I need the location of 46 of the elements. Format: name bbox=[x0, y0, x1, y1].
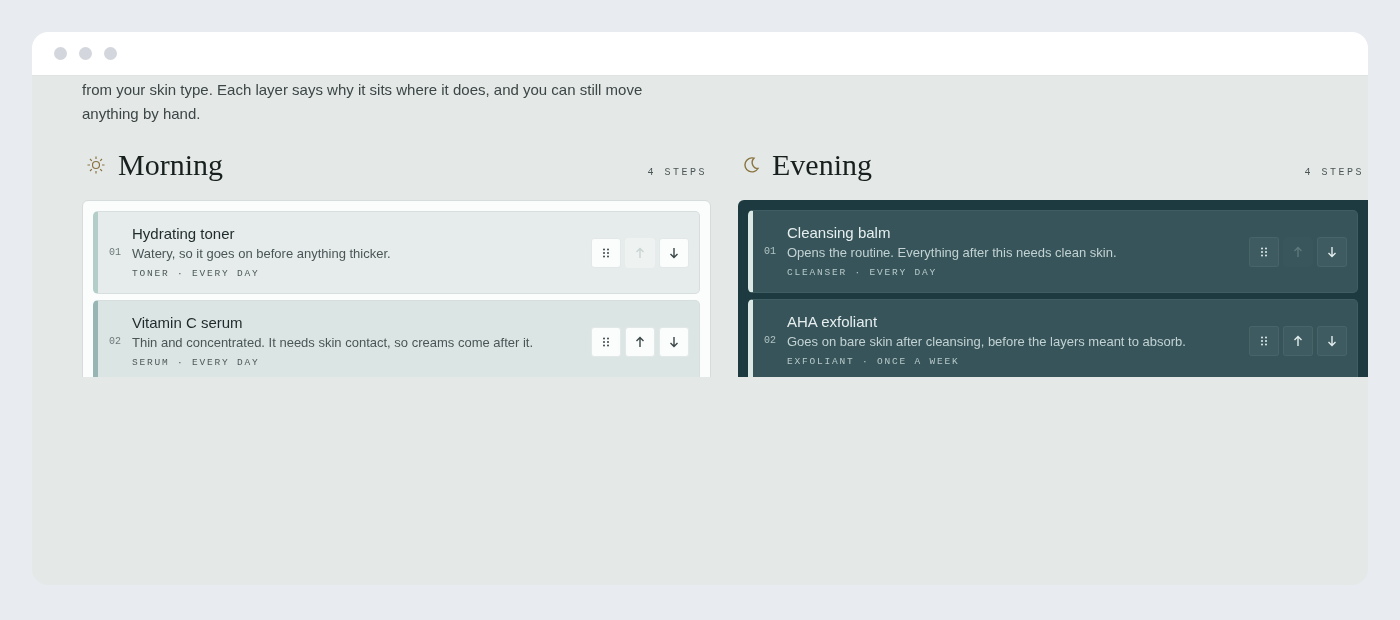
step-number: 02 bbox=[108, 335, 122, 349]
step-tags: TONER · EVERY DAY bbox=[132, 266, 591, 282]
routine-title: Evening bbox=[772, 147, 872, 183]
drag-handle[interactable] bbox=[591, 237, 621, 268]
intro-text: from your skin type. Each layer says why it sits where it does, and you can still move anything by hand. bbox=[82, 80, 644, 124]
arrow-up-icon bbox=[1293, 334, 1303, 347]
routine-title: Morning bbox=[118, 147, 223, 183]
window-dot-icon bbox=[104, 47, 117, 60]
step-name: AHA exfoliant bbox=[787, 311, 879, 332]
window-dot-icon bbox=[54, 47, 67, 60]
arrow-down-icon bbox=[1327, 334, 1337, 347]
grip-icon bbox=[1260, 246, 1268, 257]
grip-icon bbox=[602, 336, 610, 347]
step-name: Cleansing balm bbox=[787, 222, 892, 243]
grip-icon bbox=[602, 247, 610, 258]
move-down-button[interactable] bbox=[1317, 325, 1347, 356]
move-down-button[interactable] bbox=[1317, 236, 1347, 267]
grip-icon bbox=[1260, 335, 1268, 346]
step-name: Hydrating toner bbox=[132, 223, 236, 244]
arrow-up-icon bbox=[635, 246, 645, 259]
step-number: 02 bbox=[763, 334, 777, 348]
step-description: Watery, so it goes on before anything thicker. bbox=[132, 244, 392, 263]
arrow-up-icon bbox=[1293, 245, 1303, 258]
step-description: Goes on bare skin after cleansing, before the layers meant to absorb. bbox=[787, 332, 1187, 351]
step-tags: SERUM · EVERY DAY bbox=[132, 355, 591, 371]
step-count: 4 STEPS bbox=[1304, 165, 1364, 180]
step-tags: EXFOLIANT · ONCE A WEEK bbox=[787, 354, 1249, 370]
step-description: Opens the routine. Everything after this needs clean skin. bbox=[787, 243, 1118, 262]
drag-handle[interactable] bbox=[1249, 236, 1279, 267]
step-count: 4 STEPS bbox=[647, 165, 707, 180]
sun-icon bbox=[86, 155, 106, 175]
move-down-button[interactable] bbox=[659, 326, 689, 357]
step-description: Thin and concentrated. It needs skin contact, so creams come after it. bbox=[132, 333, 535, 352]
arrow-down-icon bbox=[669, 335, 679, 348]
move-down-button[interactable] bbox=[659, 237, 689, 268]
step-number: 01 bbox=[763, 245, 777, 259]
drag-handle[interactable] bbox=[591, 326, 621, 357]
step-name: Vitamin C serum bbox=[132, 312, 244, 333]
window-dot-icon bbox=[79, 47, 92, 60]
drag-handle[interactable] bbox=[1249, 325, 1279, 356]
step-tags: CLEANSER · EVERY DAY bbox=[787, 265, 1249, 281]
step-number: 01 bbox=[108, 246, 122, 260]
moon-icon bbox=[742, 156, 760, 174]
arrow-down-icon bbox=[669, 246, 679, 259]
arrow-up-icon bbox=[635, 335, 645, 348]
arrow-down-icon bbox=[1327, 245, 1337, 258]
